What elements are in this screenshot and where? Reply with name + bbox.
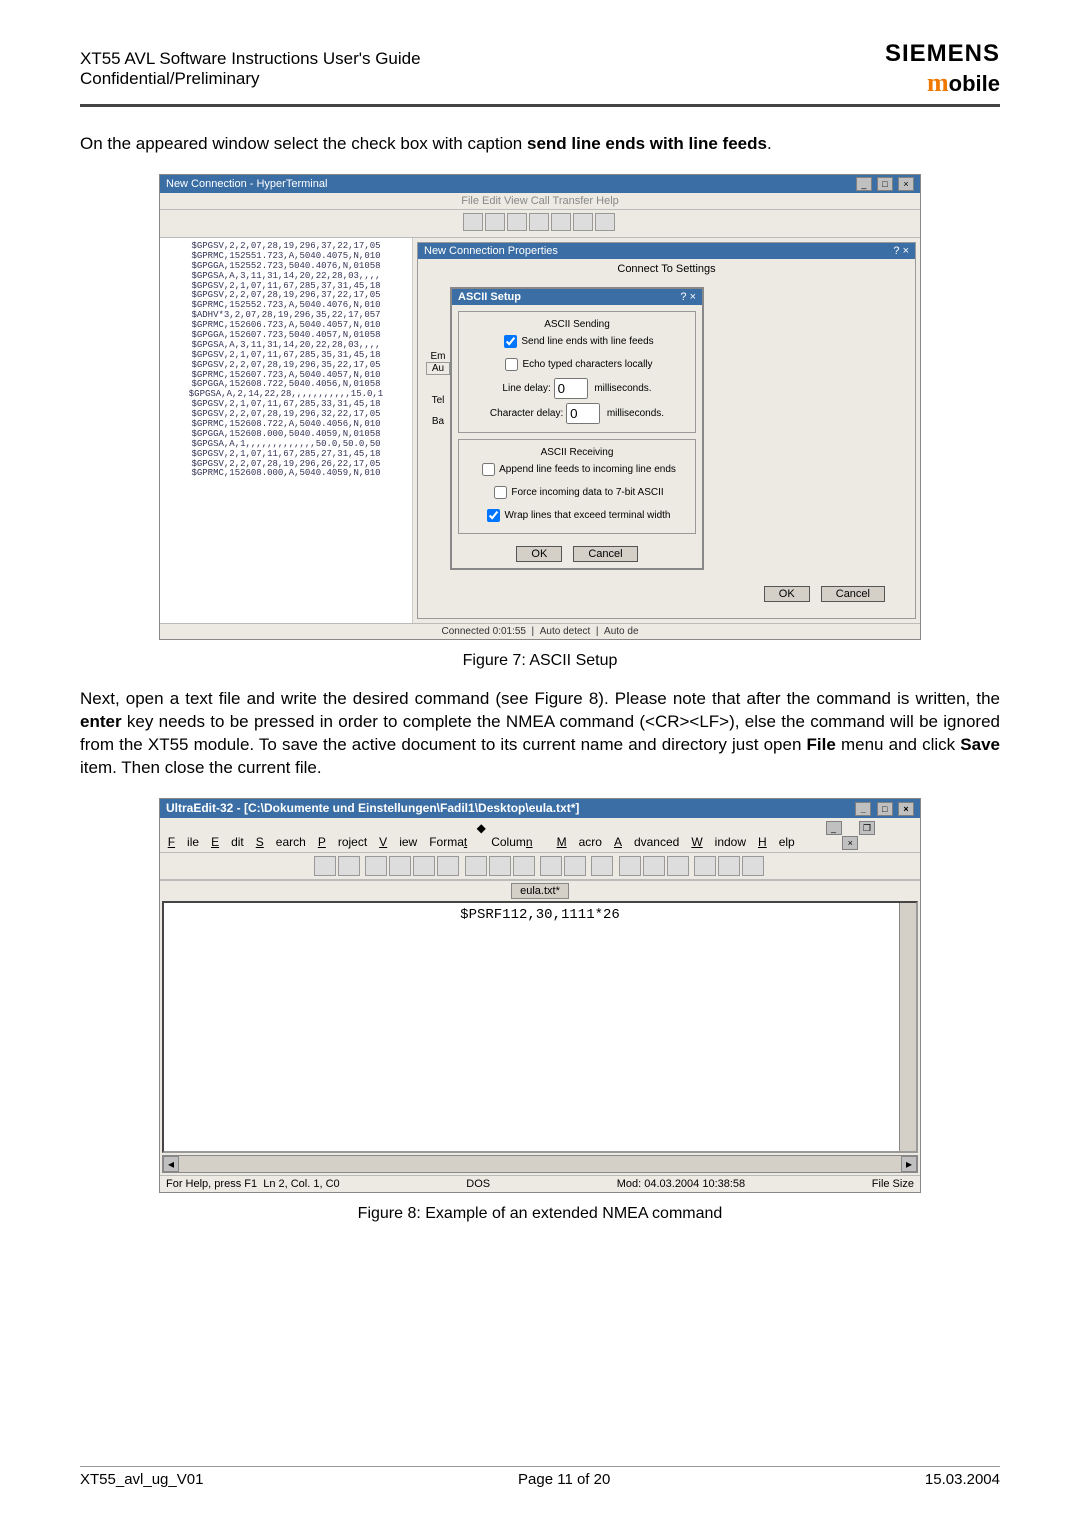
append-lf-checkbox[interactable]: Append line feeds to incoming line ends [465,458,689,481]
new-icon [365,856,387,876]
editor-area[interactable]: $PSRF112,30,1111*26 [162,901,918,1153]
menu-bar[interactable]: File Edit View Call Transfer Help [160,193,920,210]
copy-icon [643,856,665,876]
properties-tabs[interactable]: Connect To Settings [418,259,915,275]
minimize-icon[interactable]: _ [855,802,871,816]
minimize-icon[interactable]: _ [856,177,872,191]
scrollbar[interactable] [899,903,916,1151]
ascii-ok-button[interactable]: OK [516,546,562,562]
ultraedit-statusbar: For Help, press F1 Ln 2, Col. 1, C0 DOS … [160,1175,920,1192]
save-icon [437,856,459,876]
properties-titlebar: New Connection Properties? × [418,243,915,259]
wrap-lines-checkbox[interactable]: Wrap lines that exceed terminal width [465,504,689,527]
list-icon [591,856,613,876]
align-right-icon [742,856,764,876]
folder-icon [413,856,435,876]
open-icon [389,856,411,876]
ascii-setup-dialog: ASCII Setup? × ASCII Sending Send line e… [450,287,704,570]
figure-7-caption: Figure 7: ASCII Setup [80,652,1000,670]
ascii-cancel-button[interactable]: Cancel [573,546,637,562]
maximize-icon[interactable]: □ [877,802,893,816]
status-bar: Connected 0:01:55 | Auto detect | Auto d… [160,623,920,639]
force-7bit-checkbox[interactable]: Force incoming data to 7-bit ASCII [465,481,689,504]
footer-left: XT55_avl_ug_V01 [80,1471,203,1488]
ultraedit-window: UltraEdit-32 - [C:\Dokumente und Einstel… [159,798,921,1193]
print-icon [465,856,487,876]
close-icon[interactable]: × [898,802,914,816]
terminal-output: $GPGSV,2,2,07,28,19,296,37,22,17,05 $GPR… [160,238,413,623]
line-delay-input[interactable] [554,378,588,399]
maximize-icon[interactable]: □ [877,177,893,191]
echo-checkbox[interactable]: Echo typed characters locally [465,353,689,376]
restore-icon[interactable]: ❐ [859,821,875,835]
footer-mid: Page 11 of 20 [518,1471,610,1488]
hex-icon [564,856,586,876]
ultraedit-toolbar[interactable] [160,852,920,880]
close-icon[interactable]: × [842,836,858,850]
toolbar[interactable] [160,210,920,238]
hyperterminal-window: New Connection - HyperTerminal _ □ × Fil… [159,174,921,640]
doc-title: XT55 AVL Software Instructions User's Gu… [80,49,421,89]
close-icon[interactable]: × [898,177,914,191]
forward-icon [338,856,360,876]
app-icon: ◆ [477,821,486,835]
paste-icon [667,856,689,876]
scroll-right-icon[interactable]: ▸ [901,1156,917,1172]
minimize-icon[interactable]: _ [826,821,842,835]
figure-8-caption: Figure 8: Example of an extended NMEA co… [80,1205,1000,1223]
align-center-icon [718,856,740,876]
siemens-logo: SIEMENS mobile [885,40,1000,98]
word-wrap-icon [540,856,562,876]
back-icon [314,856,336,876]
intro-text: On the appeared window select the check … [80,133,1000,156]
scroll-left-icon[interactable]: ◂ [163,1156,179,1172]
send-line-ends-checkbox[interactable]: Send line ends with line feeds [465,330,689,353]
ultraedit-menubar[interactable]: ◆ FileEditSearchProjectViewFormatColumnM… [160,818,920,852]
window-titlebar: New Connection - HyperTerminal _ □ × [160,175,920,193]
properties-cancel-button[interactable]: Cancel [821,586,885,602]
cut-icon [619,856,641,876]
char-delay-input[interactable] [566,403,600,424]
preview-icon [489,856,511,876]
file-tab[interactable]: eula.txt* [511,883,569,899]
footer-right: 15.03.2004 [925,1471,1000,1488]
mid-paragraph: Next, open a text file and write the des… [80,688,1000,780]
properties-ok-button[interactable]: OK [764,586,810,602]
find-icon [513,856,535,876]
align-left-icon [694,856,716,876]
ultraedit-titlebar: UltraEdit-32 - [C:\Dokumente und Einstel… [160,799,920,818]
